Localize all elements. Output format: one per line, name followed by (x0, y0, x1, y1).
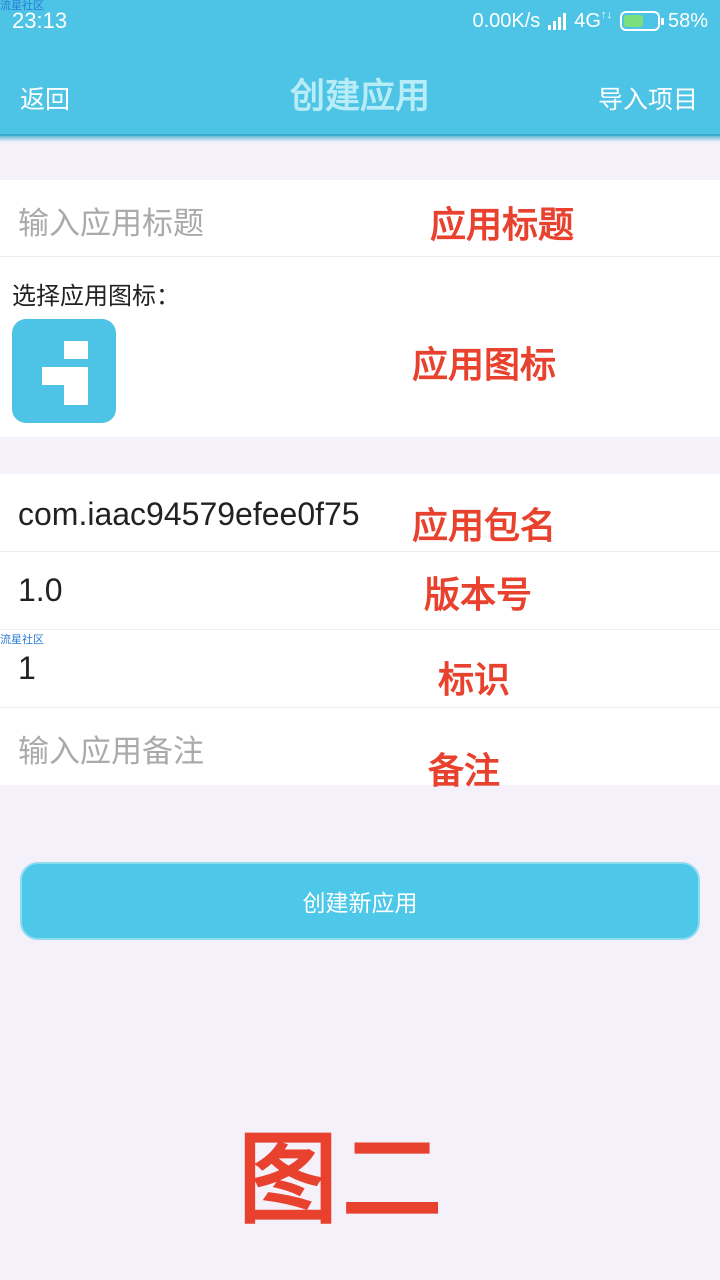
annotation-icon: 应用图标 (412, 345, 557, 386)
note-placeholder: 输入应用备注 (18, 734, 204, 770)
annotation-title: 应用标题 (430, 205, 575, 246)
header-shadow (0, 134, 720, 142)
identifier-field[interactable]: 1 (0, 630, 720, 708)
battery-level-fill (623, 15, 643, 27)
import-project-button[interactable]: 导入项目 (598, 80, 698, 116)
network-speed: 0.00K/s (472, 9, 541, 32)
package-name-value: com.iaac94579efee0f75 (18, 496, 360, 532)
package-name-field[interactable]: com.iaac94579efee0f75 (0, 474, 720, 552)
battery-percent: 58% (667, 9, 708, 32)
signal-icon (548, 12, 567, 30)
icon-select-label: 选择应用图标： (12, 282, 180, 310)
identifier-value: 1 (18, 650, 36, 686)
watermark-text: 流星社区 (0, 633, 44, 646)
annotation-note: 备注 (428, 751, 501, 792)
info-icon[interactable] (12, 319, 116, 423)
version-value: 1.0 (18, 572, 63, 608)
annotation-version: 版本号 (424, 575, 533, 616)
status-time: 23:13 (12, 8, 68, 33)
figure-annotation: 图二 (238, 1121, 446, 1238)
app-title-placeholder: 输入应用标题 (18, 206, 204, 242)
network-type: 4G↑↓ (574, 8, 612, 32)
note-field[interactable]: 输入应用备注 (0, 708, 720, 785)
battery-charging-icon (619, 11, 664, 31)
status-indicators: 0.00K/s 4G↑↓ 58% (472, 8, 708, 34)
annotation-identifier: 标识 (438, 660, 511, 701)
create-app-button[interactable]: 创建新应用 (20, 862, 700, 940)
annotation-package: 应用包名 (412, 506, 557, 547)
app-title-field[interactable]: 输入应用标题 (0, 180, 720, 257)
version-field[interactable]: 1.0 (0, 552, 720, 630)
